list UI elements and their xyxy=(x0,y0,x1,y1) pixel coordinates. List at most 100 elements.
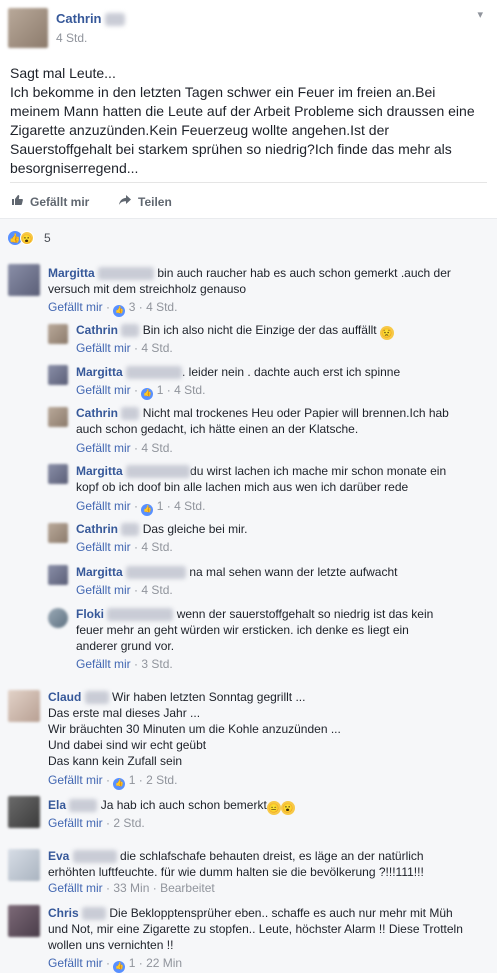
comment-time[interactable]: 2 Std. xyxy=(113,816,144,830)
comment-text: versuch mit dem streichholz genauso xyxy=(48,282,247,296)
reaction-count: 5 xyxy=(44,231,51,245)
worried-emoji-icon: 😟 xyxy=(379,326,394,340)
comment-text: bin auch raucher hab es auch schon gemer… xyxy=(157,266,451,280)
reply-like-link[interactable]: Gefällt mir xyxy=(76,499,131,513)
reply-like-link[interactable]: Gefällt mir xyxy=(76,583,131,597)
reply-time[interactable]: 4 Std. xyxy=(174,383,205,397)
reply-avatar[interactable] xyxy=(48,523,68,543)
comment-text: wollen uns vernichten !! xyxy=(48,938,174,952)
comment-like-link[interactable]: Gefällt mir xyxy=(48,773,103,787)
like-reaction-icon: 👍 xyxy=(141,504,154,516)
reply-time[interactable]: 4 Std. xyxy=(141,583,172,597)
reply-text: Das gleiche bei mir. xyxy=(142,522,248,536)
comment-like-count[interactable]: 3 xyxy=(129,300,136,314)
comment-like-count[interactable]: 1 xyxy=(129,773,136,787)
comment-author[interactable]: Claud xyxy=(48,690,81,704)
like-reaction-icon: 👍 xyxy=(141,388,154,400)
post-text-line: Sagt mal Leute... xyxy=(10,65,116,81)
reply-author[interactable]: Cathrin xyxy=(76,323,118,337)
reply-like-link[interactable]: Gefällt mir xyxy=(76,441,131,455)
expressionless-emoji-icon: 😑 xyxy=(266,801,281,815)
reply-text: kopf ob ich doof bin alle lachen mich au… xyxy=(76,480,409,494)
reply-author[interactable]: Margitta xyxy=(76,565,123,579)
reply-like-count[interactable]: 1 xyxy=(157,383,164,397)
reply-text: na mal sehen wann der letzte aufwacht xyxy=(189,565,398,579)
comment-text: Das kann kein Zufall sein xyxy=(48,754,183,768)
post-text-line: Sauerstoffgehalt bei starkem sprühen so … xyxy=(10,141,452,157)
comment-time[interactable]: 2 Std. xyxy=(146,773,177,787)
reply-author[interactable]: Margitta xyxy=(76,464,123,478)
comment-edited-label[interactable]: Bearbeitet xyxy=(160,881,215,895)
comment-avatar[interactable] xyxy=(8,905,40,937)
comment-text: die schlafschafe behauten dreist, es läg… xyxy=(120,849,424,863)
reply-meta: Gefällt mir · 4 Std. xyxy=(76,583,173,597)
thumbs-up-icon xyxy=(10,194,24,209)
post-timestamp[interactable]: 4 Std. xyxy=(56,31,87,45)
comment-author[interactable]: Margitta xyxy=(48,266,95,280)
comments-section: Margitta bin auch raucher hab es auch sc… xyxy=(0,256,497,973)
comment-avatar[interactable] xyxy=(8,264,40,296)
comment-meta: Gefällt mir · 2 Std. xyxy=(48,816,145,830)
share-button[interactable]: Teilen xyxy=(118,194,172,209)
comment-avatar[interactable] xyxy=(8,849,40,881)
comment-time[interactable]: 22 Min xyxy=(146,956,182,970)
like-button[interactable]: Gefällt mir xyxy=(10,194,89,209)
reply-author[interactable]: Cathrin xyxy=(76,522,118,536)
comment-avatar[interactable] xyxy=(8,690,40,722)
reply-author[interactable]: Floki xyxy=(76,607,104,621)
comment-author[interactable]: Chris xyxy=(48,906,79,920)
comment-time[interactable]: 33 Min xyxy=(113,881,149,895)
reply-like-count[interactable]: 1 xyxy=(157,499,164,513)
post-text-line: besorgniserregend... xyxy=(10,160,139,176)
reply-time[interactable]: 4 Std. xyxy=(141,441,172,455)
reply-like-link[interactable]: Gefällt mir xyxy=(76,657,131,671)
comment-like-link[interactable]: Gefällt mir xyxy=(48,956,103,970)
reply-author[interactable]: Margitta xyxy=(76,365,123,379)
reply-avatar[interactable] xyxy=(48,407,68,427)
reply-time[interactable]: 4 Std. xyxy=(141,341,172,355)
comment-meta: Gefällt mir · 👍 1 · 2 Std. xyxy=(48,773,177,790)
reply-like-link[interactable]: Gefällt mir xyxy=(76,341,131,355)
reply-avatar[interactable] xyxy=(48,464,68,484)
comment-like-link[interactable]: Gefällt mir xyxy=(48,816,103,830)
comment-text: Und dabei sind wir echt geübt xyxy=(48,738,207,752)
post-author-name[interactable]: Cathrin xyxy=(56,11,126,27)
reply-text: Bin ich also nicht die Einzige der das a… xyxy=(142,323,377,337)
reply-avatar[interactable] xyxy=(48,324,68,344)
comment-text: Wir haben letzten Sonntag gegrillt ... xyxy=(112,690,306,704)
reply-body: Margitta na mal sehen wann der letzte au… xyxy=(76,564,491,580)
reply-body: Cathrin Nicht mal trockenes Heu oder Pap… xyxy=(76,405,491,437)
comment-like-count[interactable]: 1 xyxy=(129,956,136,970)
comment-like-link[interactable]: Gefällt mir xyxy=(48,881,103,895)
reply-author[interactable]: Cathrin xyxy=(76,406,118,420)
reply-time[interactable]: 4 Std. xyxy=(174,499,205,513)
reply-meta: Gefällt mir · 👍 1 · 4 Std. xyxy=(76,499,205,516)
post-action-bar: Gefällt mir Teilen xyxy=(10,182,487,218)
reply-time[interactable]: 3 Std. xyxy=(141,657,172,671)
reply-text: wenn der sauerstoffgehalt so niedrig ist… xyxy=(176,607,434,621)
reaction-summary[interactable]: 👍 😮 5 xyxy=(0,218,497,256)
reply-text: feuer mehr an geht würden wir ersticken.… xyxy=(76,623,409,637)
reply-text: Nicht mal trockenes Heu oder Papier will… xyxy=(142,406,449,420)
reply-meta: Gefällt mir · 4 Std. xyxy=(76,540,173,554)
comment-avatar[interactable] xyxy=(8,796,40,828)
comment-author[interactable]: Eva xyxy=(48,849,69,863)
reply-like-link[interactable]: Gefällt mir xyxy=(76,540,131,554)
reply-like-link[interactable]: Gefällt mir xyxy=(76,383,131,397)
like-reaction-icon: 👍 xyxy=(113,778,126,790)
post-options-chevron-down-icon[interactable]: ▾ xyxy=(477,8,483,21)
reply-time[interactable]: 4 Std. xyxy=(141,540,172,554)
reply-avatar[interactable] xyxy=(48,608,68,628)
reply-avatar[interactable] xyxy=(48,565,68,585)
comment-like-link[interactable]: Gefällt mir xyxy=(48,300,103,314)
post-author-avatar[interactable] xyxy=(8,8,48,48)
comment-time[interactable]: 4 Std. xyxy=(146,300,177,314)
comment-author[interactable]: Ela xyxy=(48,798,66,812)
comment-meta: Gefällt mir · 👍 3 · 4 Std. xyxy=(48,300,177,317)
comment-text: und Not, mir eine Zigarette zu stopfen..… xyxy=(48,922,463,936)
reply-text: auch schon gedacht, ich hätte einen an d… xyxy=(76,422,359,436)
reply-text: du wirst lachen ich mache mir schon mona… xyxy=(190,464,447,478)
reply-avatar[interactable] xyxy=(48,365,68,385)
comment-meta: Gefällt mir · 33 Min · Bearbeitet xyxy=(48,881,215,895)
comment-body: Eva die schlafschafe behauten dreist, es… xyxy=(48,848,488,880)
